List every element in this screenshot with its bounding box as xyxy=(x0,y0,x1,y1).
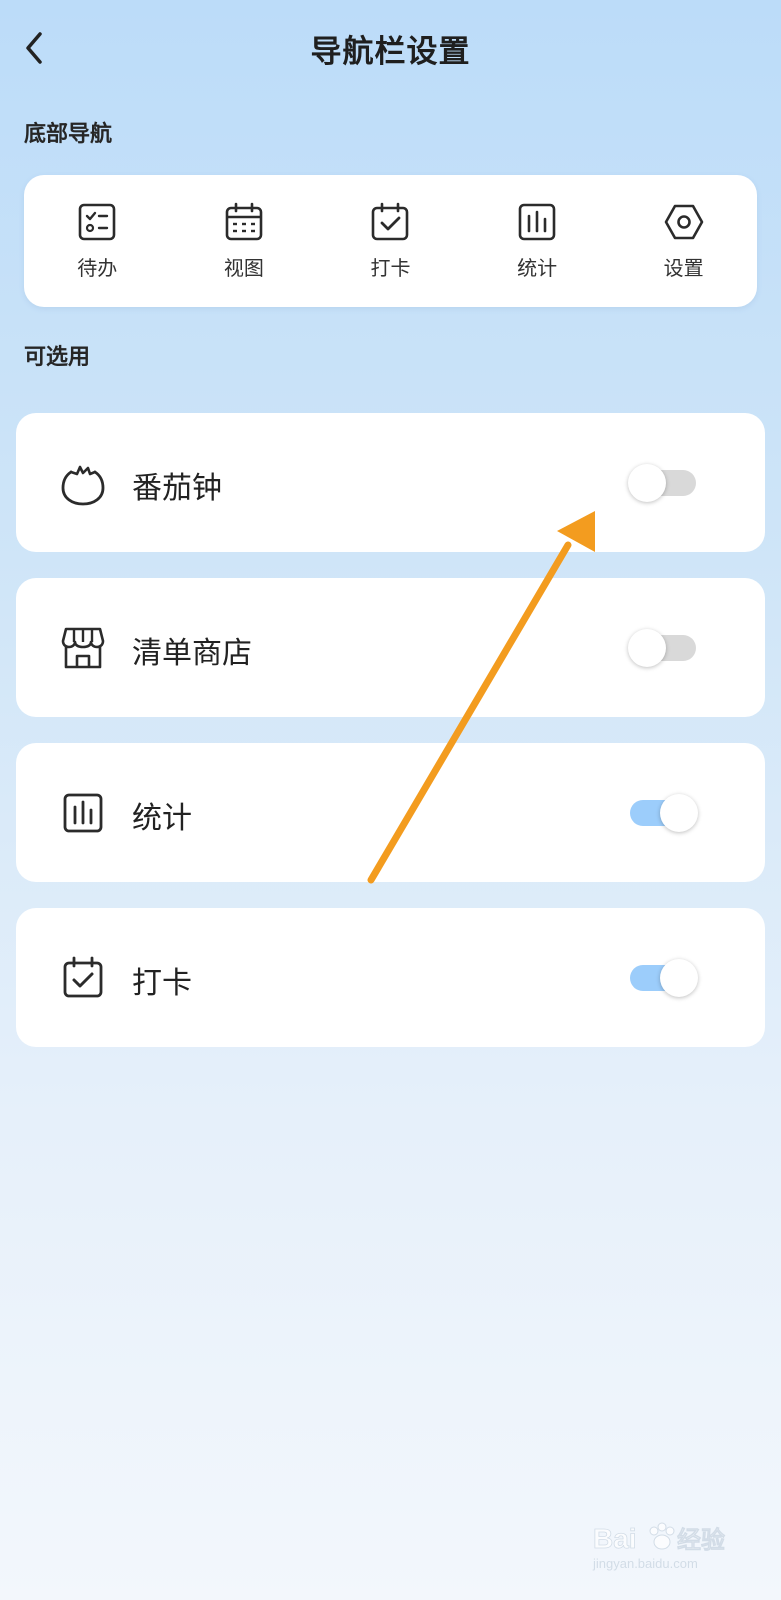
svg-text:Bai: Bai xyxy=(593,1523,637,1554)
nav-item-settings[interactable]: 设置 xyxy=(624,202,744,281)
option-label: 打卡 xyxy=(132,966,192,1001)
nav-item-label: 待办 xyxy=(77,255,118,280)
toggle-knob xyxy=(628,464,666,502)
bottom-nav-preview: 待办 视图 打卡 统计 设置 xyxy=(24,175,757,307)
option-row-store: 清单商店 xyxy=(16,578,765,717)
calendar-grid-icon xyxy=(225,202,263,240)
svg-text:经验: 经验 xyxy=(677,1526,725,1554)
option-row-stats: 统计 xyxy=(16,743,765,882)
nav-item-todo[interactable]: 待办 xyxy=(37,202,157,281)
toggle-knob xyxy=(628,629,666,667)
svg-text:jingyan.baidu.com: jingyan.baidu.com xyxy=(592,1556,698,1571)
nav-item-label: 视图 xyxy=(223,255,264,280)
store-toggle[interactable] xyxy=(628,629,698,667)
option-row-pomodoro: 番茄钟 xyxy=(16,413,765,552)
option-label: 统计 xyxy=(132,801,192,836)
store-icon xyxy=(61,627,105,669)
bar-chart-icon xyxy=(63,793,103,833)
stats-toggle[interactable] xyxy=(628,794,698,832)
calendar-check-icon xyxy=(372,202,409,240)
section-label-optional: 可选用 xyxy=(24,345,91,370)
page-title: 导航栏设置 xyxy=(310,34,471,70)
nav-item-stats[interactable]: 统计 xyxy=(477,202,597,281)
section-label-bottom-nav: 底部导航 xyxy=(24,122,113,147)
toggle-knob xyxy=(660,794,698,832)
option-row-checkin: 打卡 xyxy=(16,908,765,1047)
todo-checklist-icon xyxy=(78,203,116,240)
hexagon-settings-icon xyxy=(664,204,703,239)
nav-item-label: 设置 xyxy=(663,255,704,280)
calendar-check-icon xyxy=(63,956,103,998)
baidu-jingyan-watermark: Bai 经验 jingyan.baidu.com xyxy=(592,1522,725,1571)
option-label: 番茄钟 xyxy=(132,471,222,506)
bar-chart-icon xyxy=(518,203,556,240)
nav-item-view[interactable]: 视图 xyxy=(184,202,304,281)
checkin-toggle[interactable] xyxy=(628,959,698,997)
option-label: 清单商店 xyxy=(132,636,252,671)
tomato-icon xyxy=(61,465,105,506)
header-bar: 导航栏设置 xyxy=(0,0,781,95)
toggle-knob xyxy=(660,959,698,997)
nav-item-label: 打卡 xyxy=(370,255,411,280)
nav-item-label: 统计 xyxy=(517,255,558,280)
pomodoro-toggle[interactable] xyxy=(628,464,698,502)
nav-item-checkin[interactable]: 打卡 xyxy=(330,202,450,281)
